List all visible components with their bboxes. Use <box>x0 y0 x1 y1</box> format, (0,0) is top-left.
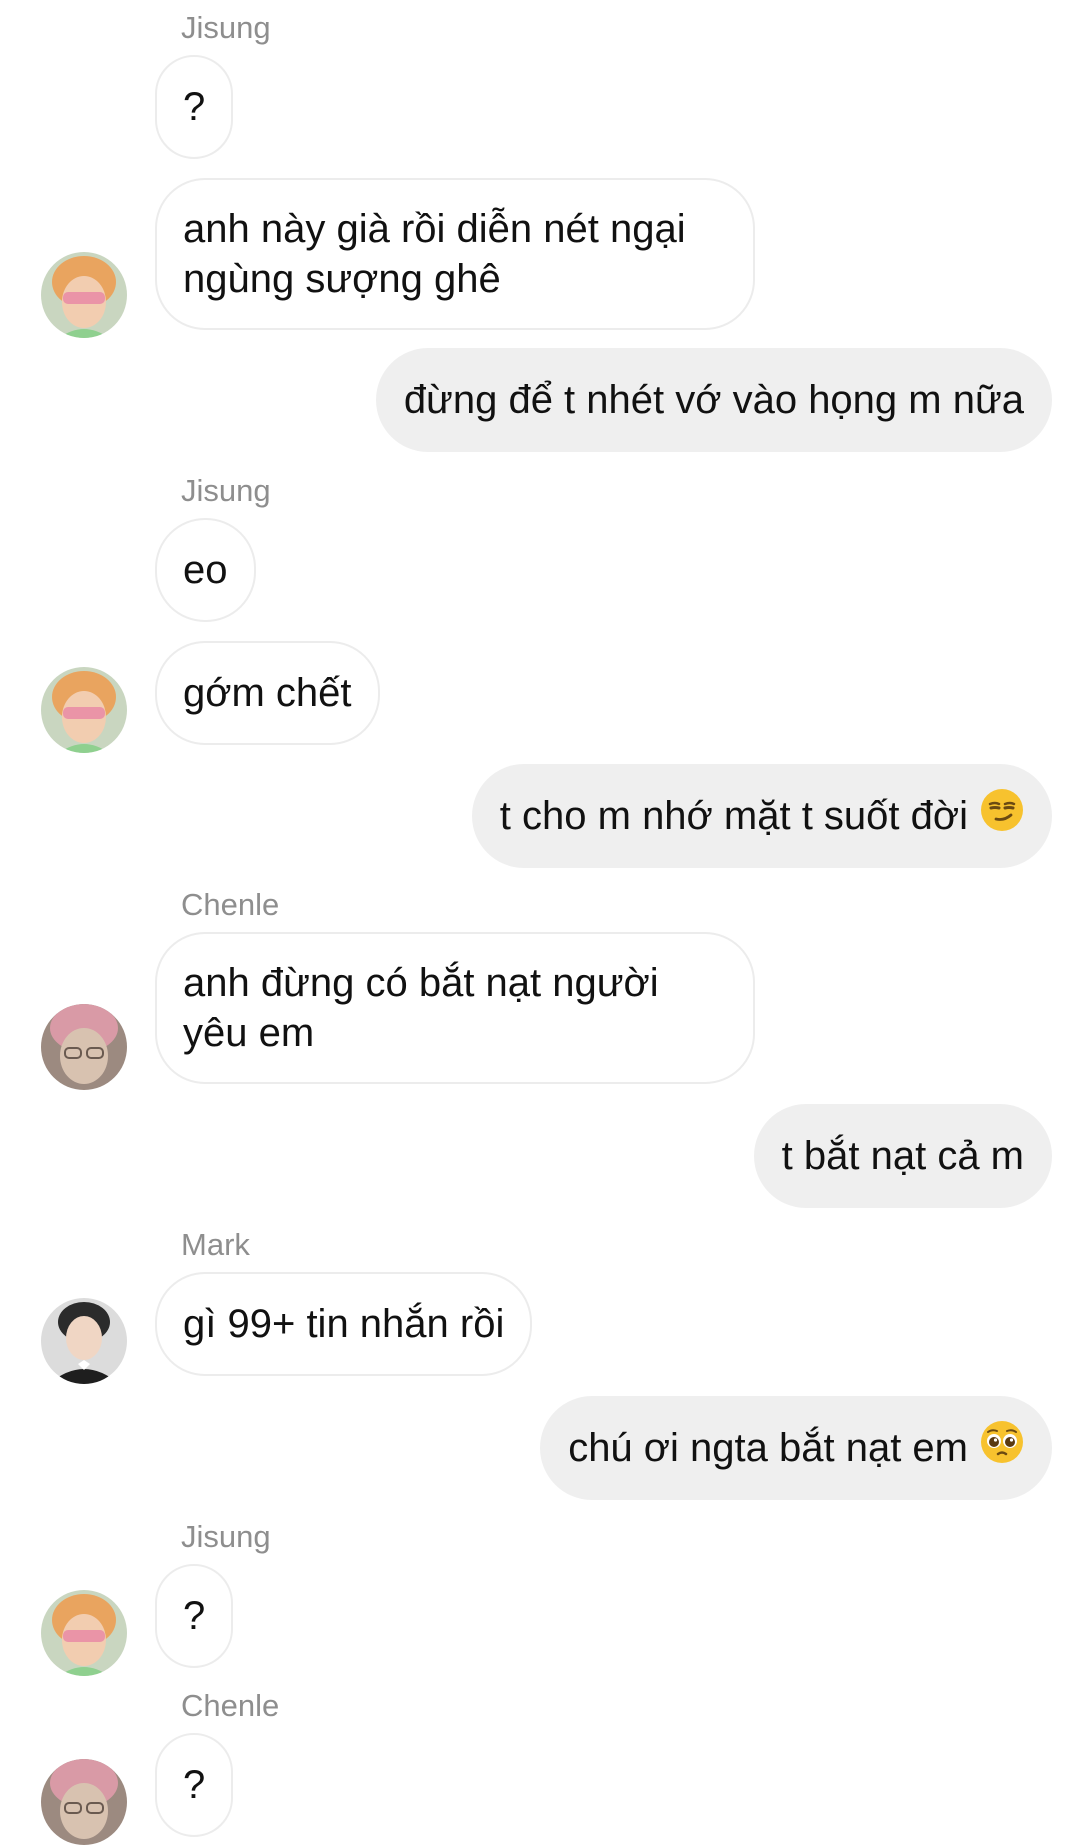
message-text: đừng để t nhét vớ vào họng m nữa <box>403 378 1024 422</box>
outgoing-message-bubble[interactable]: đừng để t nhét vớ vào họng m nữa <box>375 348 1052 452</box>
incoming-message-bubble[interactable]: ? <box>155 1564 234 1668</box>
message-text: eo <box>183 548 228 592</box>
avatar-jisung[interactable] <box>41 252 127 338</box>
incoming-message-bubble[interactable]: ? <box>155 1733 234 1837</box>
outgoing-message-bubble[interactable]: t cho m nhớ mặt t suốt đời <box>471 764 1052 868</box>
message-text: gớm chết <box>183 671 352 715</box>
outgoing-message-bubble[interactable]: chú ơi ngta bắt nạt em <box>540 1396 1052 1500</box>
incoming-message-bubble[interactable]: anh này già rồi diễn nét ngại ngùng sượn… <box>155 178 755 330</box>
message-text: ? <box>183 1594 206 1638</box>
message-text: t bắt nạt cả m <box>781 1134 1024 1178</box>
sender-name-jisung: Jisung <box>181 473 271 508</box>
message-text-line: anh này già rồi diễn nét ngại <box>183 207 686 251</box>
avatar-chenle[interactable] <box>41 1759 127 1845</box>
incoming-message-bubble[interactable]: gớm chết <box>155 641 380 745</box>
avatar-jisung[interactable] <box>41 1590 127 1676</box>
avatar-mark[interactable] <box>41 1298 127 1384</box>
incoming-message-bubble[interactable]: anh đừng có bắt nạt người yêu em <box>155 932 755 1084</box>
incoming-message-bubble[interactable]: gì 99+ tin nhắn rồi <box>155 1272 533 1376</box>
incoming-message-bubble[interactable]: eo <box>155 518 256 622</box>
message-text-line: yêu em <box>183 1011 315 1055</box>
sender-name-chenle: Chenle <box>181 1688 280 1723</box>
outgoing-message-bubble[interactable]: t bắt nạt cả m <box>753 1104 1052 1208</box>
message-text-line: ngùng sượng ghê <box>183 257 501 301</box>
sender-name-mark: Mark <box>181 1227 250 1262</box>
message-text: t cho m nhớ mặt t suốt đời <box>499 794 968 838</box>
pleading-face-emoji <box>980 1420 1024 1476</box>
incoming-message-bubble[interactable]: ? <box>155 55 234 159</box>
sender-name-jisung: Jisung <box>181 10 271 45</box>
sender-name-chenle: Chenle <box>181 887 280 922</box>
avatar-jisung[interactable] <box>41 667 127 753</box>
message-text: chú ơi ngta bắt nạt em <box>568 1426 968 1470</box>
message-text: ? <box>183 1763 206 1807</box>
sender-name-jisung: Jisung <box>181 1519 271 1554</box>
message-text: gì 99+ tin nhắn rồi <box>183 1302 505 1346</box>
message-text: ? <box>183 85 206 129</box>
message-text-line: anh đừng có bắt nạt người <box>183 961 659 1005</box>
avatar-chenle[interactable] <box>41 1004 127 1090</box>
smirking-face-emoji <box>980 788 1024 844</box>
